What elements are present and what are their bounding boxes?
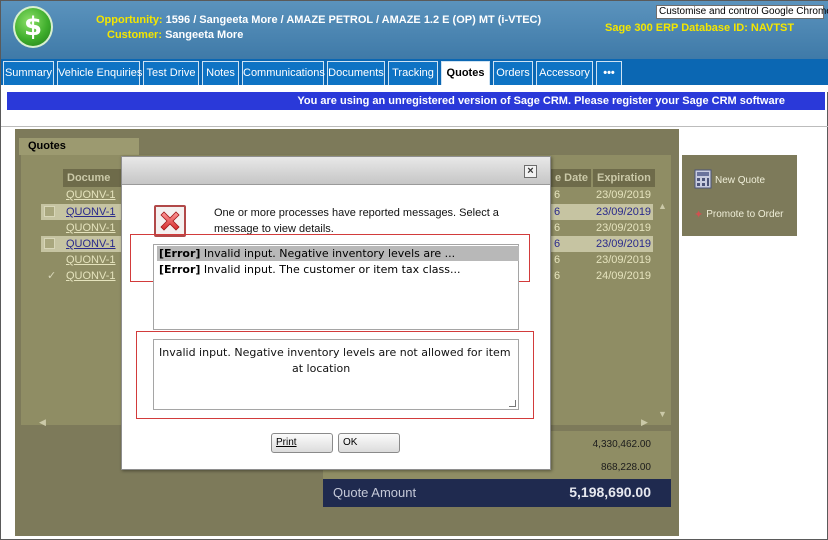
tab-accessory[interactable]: Accessory bbox=[536, 61, 593, 85]
resize-grip-icon[interactable] bbox=[509, 400, 516, 407]
quote-expiration: 23/09/2019 bbox=[596, 206, 652, 218]
quote-amount-bar: Quote Amount 5,198,690.00 bbox=[323, 479, 671, 507]
total-line-1: 4,330,462.00 bbox=[592, 439, 651, 450]
messages-dialog: × One or more processes have reported me… bbox=[121, 156, 551, 470]
scroll-down-icon[interactable]: ▼ bbox=[658, 409, 667, 419]
quote-amount-value: 5,198,690.00 bbox=[569, 484, 651, 500]
tab-test-drive[interactable]: Test Drive bbox=[143, 61, 199, 85]
quote-date: 6 bbox=[554, 206, 561, 218]
tab-notes[interactable]: Notes bbox=[202, 61, 239, 85]
opportunity-label: Opportunity: bbox=[96, 14, 163, 26]
sage-dollar-logo-icon: $ bbox=[13, 6, 53, 48]
column-header-date[interactable]: e Date bbox=[551, 169, 591, 187]
chrome-tooltip: Customise and control Google Chrome bbox=[656, 5, 828, 19]
tab-orders[interactable]: Orders bbox=[493, 61, 533, 85]
quote-expiration: 23/09/2019 bbox=[596, 222, 652, 234]
tab-underline bbox=[1, 85, 828, 92]
quote-actions-panel: New Quote ✦ Promote to Order bbox=[682, 155, 797, 236]
quote-expiration: 24/09/2019 bbox=[596, 270, 652, 282]
error-text: Invalid input. Negative inventory levels… bbox=[203, 247, 456, 260]
error-list-item[interactable]: [Error] Invalid input. Negative inventor… bbox=[157, 246, 519, 261]
error-icon bbox=[154, 205, 186, 237]
new-quote-label: New Quote bbox=[715, 175, 766, 187]
tab-more[interactable]: ••• bbox=[596, 61, 622, 85]
dialog-titlebar[interactable]: × bbox=[122, 157, 550, 185]
quote-date: 6 bbox=[554, 189, 561, 201]
quote-date: 6 bbox=[554, 222, 561, 234]
quote-date: 6 bbox=[554, 238, 561, 250]
total-line-2: 868,228.00 bbox=[600, 462, 651, 473]
scroll-up-icon[interactable]: ▲ bbox=[658, 201, 667, 211]
quote-expiration: 23/09/2019 bbox=[596, 254, 652, 266]
row-check-icon: ✓ bbox=[47, 270, 57, 282]
customer-line: Customer: Sangeeta More bbox=[107, 29, 243, 41]
scroll-left-icon[interactable]: ◀ bbox=[39, 417, 46, 428]
ok-button[interactable]: OK bbox=[338, 433, 400, 453]
opportunity-line: Opportunity: 1596 / Sangeeta More / AMAZ… bbox=[96, 14, 541, 26]
error-list[interactable]: [Error] Invalid input. Negative inventor… bbox=[153, 244, 519, 330]
column-header-expiration[interactable]: Expiration bbox=[593, 169, 655, 187]
promote-to-order-button[interactable]: ✦ Promote to Order bbox=[694, 208, 783, 221]
tab-vehicle-enquiries[interactable]: Vehicle Enquiries bbox=[57, 61, 142, 85]
crm-header: $ Opportunity: 1596 / Sangeeta More / AM… bbox=[1, 1, 828, 59]
tab-quotes[interactable]: Quotes bbox=[441, 61, 490, 85]
quote-expiration: 23/09/2019 bbox=[596, 238, 652, 250]
error-list-item[interactable]: [Error] Invalid input. The customer or i… bbox=[157, 262, 519, 277]
detail-line-2: at location bbox=[292, 362, 351, 375]
new-quote-button[interactable]: New Quote bbox=[694, 169, 765, 192]
error-text: Invalid input. The customer or item tax … bbox=[203, 263, 461, 276]
promote-label: Promote to Order bbox=[706, 209, 784, 221]
quote-expiration: 23/09/2019 bbox=[596, 189, 652, 201]
tab-tracking[interactable]: Tracking bbox=[388, 61, 438, 85]
tab-summary[interactable]: Summary bbox=[3, 61, 54, 85]
error-tag: [Error] bbox=[159, 247, 201, 260]
close-icon[interactable]: × bbox=[524, 165, 537, 178]
quote-doc-link[interactable]: QUONV-1 bbox=[63, 268, 123, 284]
row-checkbox[interactable] bbox=[44, 206, 55, 217]
row-checkbox[interactable] bbox=[44, 238, 55, 249]
print-button[interactable]: Print bbox=[271, 433, 333, 453]
unregistered-banner: You are using an unregistered version of… bbox=[7, 92, 825, 110]
scroll-right-icon[interactable]: ▶ bbox=[641, 417, 648, 428]
customer-value: Sangeeta More bbox=[165, 29, 244, 41]
tab-documents[interactable]: Documents bbox=[327, 61, 385, 85]
column-header-document[interactable]: Docume bbox=[63, 169, 123, 187]
error-detail-textarea[interactable]: Invalid input. Negative inventory levels… bbox=[153, 339, 519, 410]
error-tag: [Error] bbox=[159, 263, 201, 276]
tab-communications[interactable]: Communications bbox=[242, 61, 325, 85]
quote-doc-link[interactable]: QUONV-1 bbox=[63, 187, 123, 203]
quote-doc-link[interactable]: QUONV-1 bbox=[63, 220, 123, 236]
quote-amount-label: Quote Amount bbox=[333, 485, 417, 500]
customer-label: Customer: bbox=[107, 29, 163, 41]
tab-bar: Summary Vehicle Enquiries Test Drive Not… bbox=[1, 59, 828, 85]
promote-icon: ✦ bbox=[694, 209, 704, 221]
quote-date: 6 bbox=[554, 254, 561, 266]
quote-doc-link[interactable]: QUONV-1 bbox=[63, 236, 123, 252]
dialog-message: One or more processes have reported mess… bbox=[214, 207, 499, 235]
sage-database-id: Sage 300 ERP Database ID: NAVTST bbox=[605, 22, 795, 34]
divider bbox=[1, 126, 828, 127]
detail-line-1: Invalid input. Negative inventory levels… bbox=[159, 346, 511, 359]
opportunity-value: 1596 / Sangeeta More / AMAZE PETROL / AM… bbox=[165, 14, 542, 26]
quote-date: 6 bbox=[554, 270, 561, 282]
calculator-icon bbox=[694, 169, 712, 192]
quote-doc-link[interactable]: QUONV-1 bbox=[63, 204, 123, 220]
quote-doc-link[interactable]: QUONV-1 bbox=[63, 252, 123, 268]
quotes-panel-title: Quotes bbox=[19, 138, 139, 155]
